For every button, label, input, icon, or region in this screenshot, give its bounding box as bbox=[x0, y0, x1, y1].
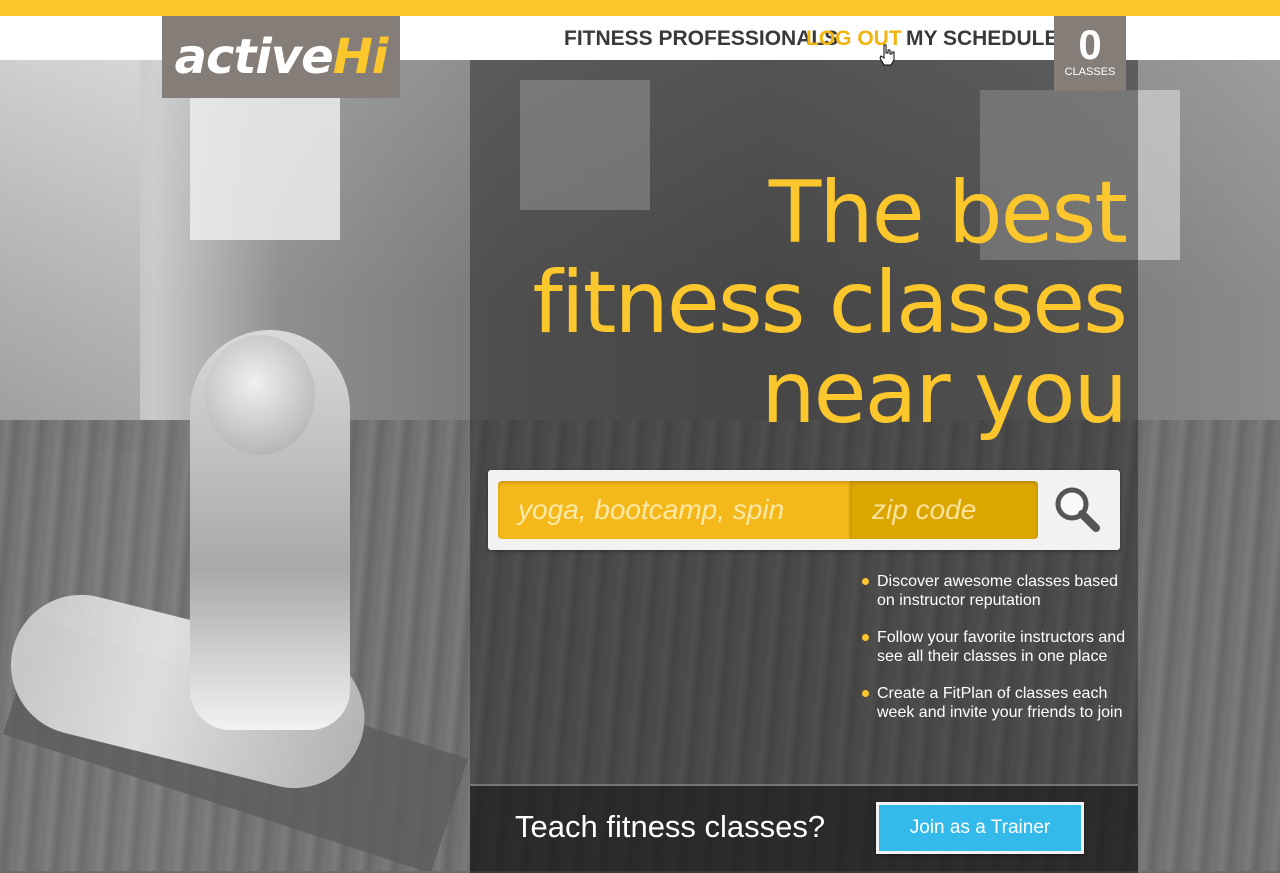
nav-fitness-professionals[interactable]: FITNESS PROFESSIONALS bbox=[564, 27, 838, 51]
studio-window bbox=[190, 80, 340, 240]
logo-text-hi: Hi bbox=[332, 29, 389, 85]
hand-cursor-icon bbox=[879, 44, 895, 66]
person-head bbox=[205, 335, 315, 455]
zip-code-input[interactable]: zip code bbox=[850, 481, 1038, 539]
teach-fitness-prompt: Teach fitness classes? bbox=[515, 809, 826, 844]
feature-item: Follow your favorite instructors and see… bbox=[859, 628, 1129, 666]
join-as-trainer-button[interactable]: Join as a Trainer bbox=[876, 802, 1084, 854]
headline-line-1: The best bbox=[768, 163, 1128, 263]
headline-line-2: fitness classes bbox=[532, 253, 1128, 353]
activehi-logo[interactable]: active Hi bbox=[162, 16, 400, 98]
feature-text: Discover awesome classes based on instru… bbox=[877, 573, 1118, 609]
classes-label: CLASSES bbox=[1064, 66, 1116, 78]
logo-text-active: active bbox=[174, 29, 334, 85]
class-search-bar: yoga, bootcamp, spin zip code bbox=[488, 470, 1120, 550]
nav-my-schedule[interactable]: MY SCHEDULE bbox=[906, 27, 1058, 51]
feature-list: Discover awesome classes based on instru… bbox=[859, 572, 1129, 740]
bullet-icon bbox=[862, 634, 869, 641]
hero-headline: The best fitness classes near you bbox=[470, 163, 1128, 443]
search-icon[interactable] bbox=[1044, 478, 1114, 542]
headline-line-3: near you bbox=[761, 343, 1128, 443]
bullet-icon bbox=[862, 578, 869, 585]
top-accent-strip bbox=[0, 0, 1280, 16]
classes-count: 0 bbox=[1078, 21, 1102, 68]
feature-item: Create a FitPlan of classes each week an… bbox=[859, 684, 1129, 722]
mirror bbox=[0, 60, 140, 450]
bullet-icon bbox=[862, 690, 869, 697]
schedule-classes-counter[interactable]: 0 CLASSES bbox=[1054, 16, 1126, 91]
activity-search-input[interactable]: yoga, bootcamp, spin bbox=[498, 481, 850, 539]
feature-text: Follow your favorite instructors and see… bbox=[877, 629, 1126, 665]
feature-item: Discover awesome classes based on instru… bbox=[859, 572, 1129, 610]
feature-text: Create a FitPlan of classes each week an… bbox=[877, 685, 1123, 721]
